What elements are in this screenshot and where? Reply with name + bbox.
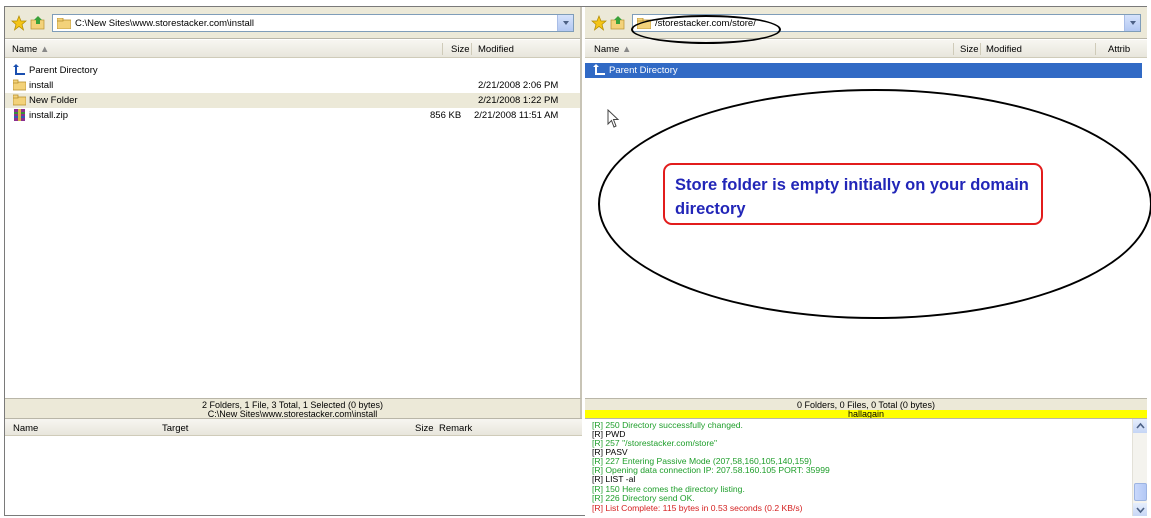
- sort-ascending-icon: ▲: [621, 44, 632, 55]
- session-log: [R] 250 Directory successfully changed. …: [585, 418, 1147, 516]
- remote-path-text: /storestacker.com/store/: [655, 18, 756, 29]
- file-row-new-folder[interactable]: New Folder 2/21/2008 1:22 PM: [5, 93, 580, 108]
- sort-ascending-icon: ▲: [39, 44, 50, 55]
- local-col-modified[interactable]: Modified: [478, 44, 514, 55]
- ftp-client-window: C:\New Sites\www.storestacker.com\instal…: [4, 6, 1147, 516]
- zip-archive-icon: [14, 109, 25, 121]
- local-pane: C:\New Sites\www.storestacker.com\instal…: [5, 7, 582, 398]
- local-path-text: C:\New Sites\www.storestacker.com\instal…: [75, 18, 254, 29]
- file-modified: 2/21/2008 2:06 PM: [478, 80, 559, 91]
- star-icon[interactable]: [11, 15, 27, 31]
- local-address-bar: C:\New Sites\www.storestacker.com\instal…: [5, 7, 580, 39]
- up-folder-icon[interactable]: [610, 15, 626, 31]
- remote-col-modified[interactable]: Modified: [986, 44, 1022, 55]
- chevron-up-icon: [1136, 422, 1145, 429]
- remote-path-field[interactable]: /storestacker.com/store/: [632, 14, 1141, 32]
- up-arrow-icon: [593, 64, 605, 75]
- folder-icon: [13, 94, 26, 106]
- queue-col-size[interactable]: Size: [415, 423, 433, 434]
- transfer-queue: Name Target Size Remark: [5, 398, 582, 516]
- file-name: Parent Directory: [29, 65, 98, 76]
- log-line: [R] 226 Directory send OK.: [592, 493, 695, 503]
- file-name: install: [29, 80, 54, 91]
- file-name: install.zip: [29, 110, 69, 121]
- folder-icon: [637, 18, 651, 29]
- log-scrollbar[interactable]: [1132, 419, 1147, 516]
- file-size: 856 KB: [430, 110, 462, 121]
- up-folder-icon[interactable]: [30, 15, 46, 31]
- local-col-name[interactable]: Name ▲: [12, 44, 49, 55]
- remote-column-header: Name ▲ Size Modified Attrib: [585, 40, 1147, 58]
- remote-status-bar: 0 Folders, 0 Files, 0 Total (0 bytes) ha…: [585, 398, 1147, 419]
- file-row-parent-directory[interactable]: Parent Directory: [5, 63, 580, 78]
- up-arrow-icon: [13, 64, 25, 75]
- remote-col-name[interactable]: Name ▲: [594, 44, 631, 55]
- local-path-dropdown-button[interactable]: [557, 15, 573, 31]
- queue-col-name[interactable]: Name: [13, 423, 38, 434]
- annotation-callout: Store folder is empty initially on your …: [663, 163, 1043, 225]
- scroll-down-button[interactable]: [1133, 503, 1147, 516]
- queue-column-header: Name Target Size Remark: [5, 418, 582, 436]
- scroll-up-button[interactable]: [1133, 419, 1147, 433]
- local-column-header: Name ▲ Size Modified: [5, 40, 580, 58]
- local-col-size[interactable]: Size: [451, 44, 469, 55]
- remote-path-dropdown-button[interactable]: [1124, 15, 1140, 31]
- remote-col-attrib[interactable]: Attrib: [1108, 44, 1130, 55]
- folder-icon: [57, 18, 71, 29]
- star-icon[interactable]: [591, 15, 607, 31]
- mouse-pointer-icon: [607, 109, 620, 128]
- file-modified: 2/21/2008 1:22 PM: [478, 95, 559, 106]
- scroll-thumb[interactable]: [1134, 483, 1147, 501]
- folder-icon: [13, 79, 26, 91]
- remote-address-bar: /storestacker.com/store/: [585, 7, 1147, 39]
- file-name: New Folder: [29, 95, 78, 106]
- remote-row-parent-directory[interactable]: Parent Directory: [585, 63, 1142, 78]
- queue-col-target[interactable]: Target: [162, 423, 188, 434]
- file-row-install[interactable]: install 2/21/2008 2:06 PM: [5, 78, 580, 93]
- queue-col-remark[interactable]: Remark: [439, 423, 472, 434]
- remote-col-size[interactable]: Size: [960, 44, 978, 55]
- file-name: Parent Directory: [609, 65, 678, 76]
- local-path-field[interactable]: C:\New Sites\www.storestacker.com\instal…: [52, 14, 574, 32]
- file-row-install-zip[interactable]: install.zip 856 KB 2/21/2008 11:51 AM: [5, 108, 580, 123]
- log-line: [R] List Complete: 115 bytes in 0.53 sec…: [592, 503, 803, 513]
- chevron-down-icon: [1136, 507, 1145, 514]
- file-modified: 2/21/2008 11:51 AM: [474, 110, 559, 121]
- log-line: [R] LIST -al: [592, 474, 636, 484]
